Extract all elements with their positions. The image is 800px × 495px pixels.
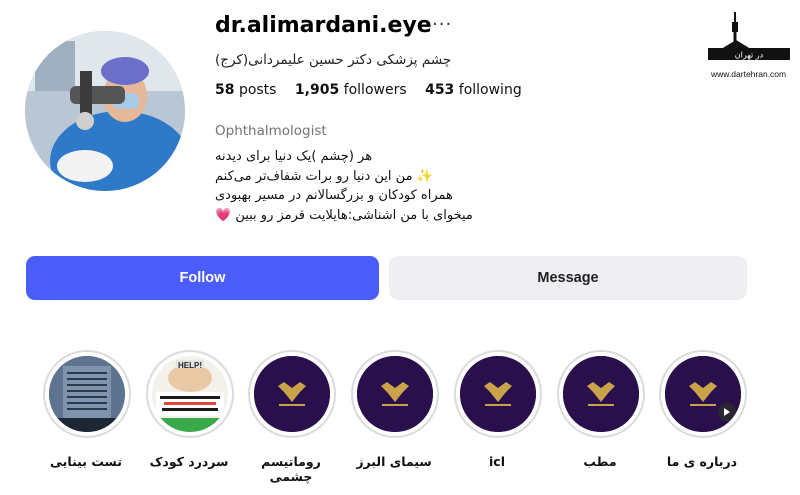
profile-category: Ophthalmologist — [215, 123, 327, 139]
pasargad-logo-icon — [460, 356, 536, 432]
highlight-ring — [248, 350, 336, 438]
followers-stat[interactable]: 1,905 followers — [295, 82, 407, 98]
pasargad-logo-thumbnail — [254, 356, 330, 432]
highlight-label: سردرد کودک — [149, 454, 229, 469]
followers-label: followers — [343, 82, 407, 98]
watermark-url: www.dartehran.com — [711, 69, 787, 79]
logo-text: در تهران — [735, 51, 764, 60]
pasargad-logo-icon — [357, 356, 433, 432]
highlight-label: تست بینایی — [50, 454, 122, 469]
highlight-label: سیمای البرز — [356, 454, 432, 469]
highlight-ring — [43, 350, 131, 438]
followers-count: 1,905 — [294, 82, 340, 98]
highlight-label: درباره ی ما — [666, 454, 738, 469]
highlight-ring — [454, 350, 542, 438]
pasargad-logo-icon — [254, 356, 330, 432]
highlight-ring — [659, 350, 747, 438]
pasargad-logo-icon — [665, 356, 741, 432]
profile-name: چشم پزشکی دکتر حسین علیمردانی(کرج) — [215, 52, 452, 68]
profile-bio: هر (چشم )یک دنیا برای دیدنه ✨ من این دنی… — [215, 147, 473, 225]
highlight-label: icl — [489, 454, 505, 469]
pasargad-logo-thumbnail — [460, 356, 536, 432]
profile-avatar[interactable] — [25, 31, 185, 191]
eye-chart-thumbnail — [49, 356, 125, 432]
profile-stats: 58 posts 1,905 followers 453 following — [215, 82, 536, 98]
milad-tower-icon: در تهران — [708, 12, 790, 60]
following-count: 453 — [425, 82, 455, 98]
help-text: HELP! — [178, 361, 202, 370]
highlight-label: مطب — [583, 454, 617, 469]
pasargad-logo-thumbnail — [665, 356, 741, 432]
more-options-icon[interactable]: ··· — [432, 14, 452, 35]
posts-stat[interactable]: 58 posts — [215, 82, 276, 98]
following-stat[interactable]: 453 following — [425, 82, 522, 98]
follow-button[interactable]: Follow — [26, 256, 379, 300]
username: dr.alimardani.eye — [215, 13, 432, 38]
highlight-label: روماتیسم چشمی — [261, 454, 321, 484]
message-button[interactable]: Message — [389, 256, 747, 300]
bio-line: میخوای با من اشناشی:هایلایت قرمز رو ببین… — [215, 207, 473, 223]
highlight-ring — [557, 350, 645, 438]
following-label: following — [458, 82, 522, 98]
pasargad-logo-thumbnail — [357, 356, 433, 432]
posts-label: posts — [238, 82, 277, 98]
pasargad-logo-thumbnail — [563, 356, 639, 432]
story-highlights: تست بینایی HELP! سردرد کودک روماتیسم چشم… — [0, 350, 800, 490]
pasargad-logo-icon — [563, 356, 639, 432]
bio-line: همراه کودکان و بزرگسالانم در مسیر بهبودی — [215, 188, 453, 203]
highlight-ring: HELP! — [146, 350, 234, 438]
surgeon-photo — [25, 31, 185, 191]
bio-line: ✨ من این دنیا رو برات شفاف‌تر می‌کنم — [215, 168, 433, 184]
bio-line: هر (چشم )یک دنیا برای دیدنه — [215, 149, 373, 164]
child-headache-thumbnail: HELP! — [152, 356, 228, 432]
posts-count: 58 — [215, 82, 235, 98]
highlight-ring — [351, 350, 439, 438]
